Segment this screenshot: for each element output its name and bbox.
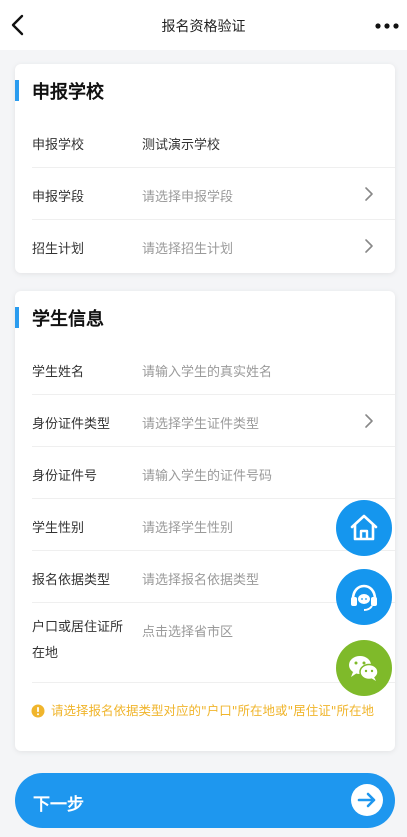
row-label: 户口或居住证所在地: [32, 620, 124, 661]
plan-placeholder: 请选择招生计划: [142, 242, 234, 257]
row-label: 申报学段: [32, 190, 85, 205]
section-header: 申报学校: [15, 64, 395, 116]
section-title: 学生信息: [32, 309, 104, 330]
row-label: 学生性别: [32, 521, 85, 536]
basis-type-placeholder: 请选择报名依据类型: [142, 573, 260, 588]
hint-text: 请选择报名依据类型对应的"户口"所在地或"居住证"所在地: [51, 703, 374, 718]
row-label: 身份证件号: [32, 469, 98, 484]
name-placeholder: 请输入学生的真实姓名: [142, 365, 273, 380]
arrow-right-circle-icon: [351, 784, 383, 816]
wechat-button[interactable]: [336, 640, 392, 696]
home-icon: [350, 514, 378, 541]
stage-placeholder: 请选择申报学段: [142, 190, 234, 205]
row-label: 身份证件类型: [32, 417, 111, 432]
next-step-label: 下一步: [33, 795, 84, 815]
id-number-field[interactable]: 身份证件号 请输入学生的证件号码: [15, 447, 395, 499]
enrollment-plan-select[interactable]: 招生计划 请选择招生计划: [15, 220, 395, 272]
next-step-button[interactable]: 下一步: [15, 773, 395, 828]
section-title: 申报学校: [32, 82, 104, 103]
customer-service-icon: [351, 584, 377, 611]
gender-placeholder: 请选择学生性别: [142, 521, 234, 536]
more-button[interactable]: [373, 14, 401, 38]
more-dots-icon: [375, 23, 399, 29]
chevron-right-icon: [365, 239, 373, 253]
region-placeholder: 点击选择省市区: [142, 625, 234, 640]
home-button[interactable]: [336, 500, 392, 556]
school-value: 测试演示学校: [142, 138, 221, 153]
id-type-select[interactable]: 身份证件类型 请选择学生证件类型: [15, 395, 395, 447]
row-label: 报名依据类型: [32, 573, 111, 588]
section-accent-bar: [15, 307, 19, 328]
page-title: 报名资格验证: [161, 19, 246, 35]
customer-service-button[interactable]: [336, 569, 392, 625]
stage-select[interactable]: 申报学段 请选择申报学段: [15, 168, 395, 220]
section-header: 学生信息: [15, 291, 395, 343]
id-type-placeholder: 请选择学生证件类型: [142, 417, 260, 432]
school-card: 申报学校 申报学校 测试演示学校 申报学段 请选择申报学段 招生计划 请选择招生…: [15, 64, 395, 273]
top-bar: 报名资格验证: [0, 0, 407, 50]
row-label: 招生计划: [32, 242, 85, 257]
id-number-placeholder: 请输入学生的证件号码: [142, 469, 273, 484]
wechat-icon: [349, 656, 379, 681]
section-accent-bar: [15, 80, 19, 101]
row-label: 学生姓名: [32, 365, 85, 380]
school-row: 申报学校 测试演示学校: [15, 116, 395, 168]
row-label: 申报学校: [32, 138, 85, 153]
warning-icon: [31, 704, 45, 718]
chevron-right-icon: [365, 414, 373, 428]
student-name-field[interactable]: 学生姓名 请输入学生的真实姓名: [15, 343, 395, 395]
chevron-right-icon: [365, 187, 373, 201]
